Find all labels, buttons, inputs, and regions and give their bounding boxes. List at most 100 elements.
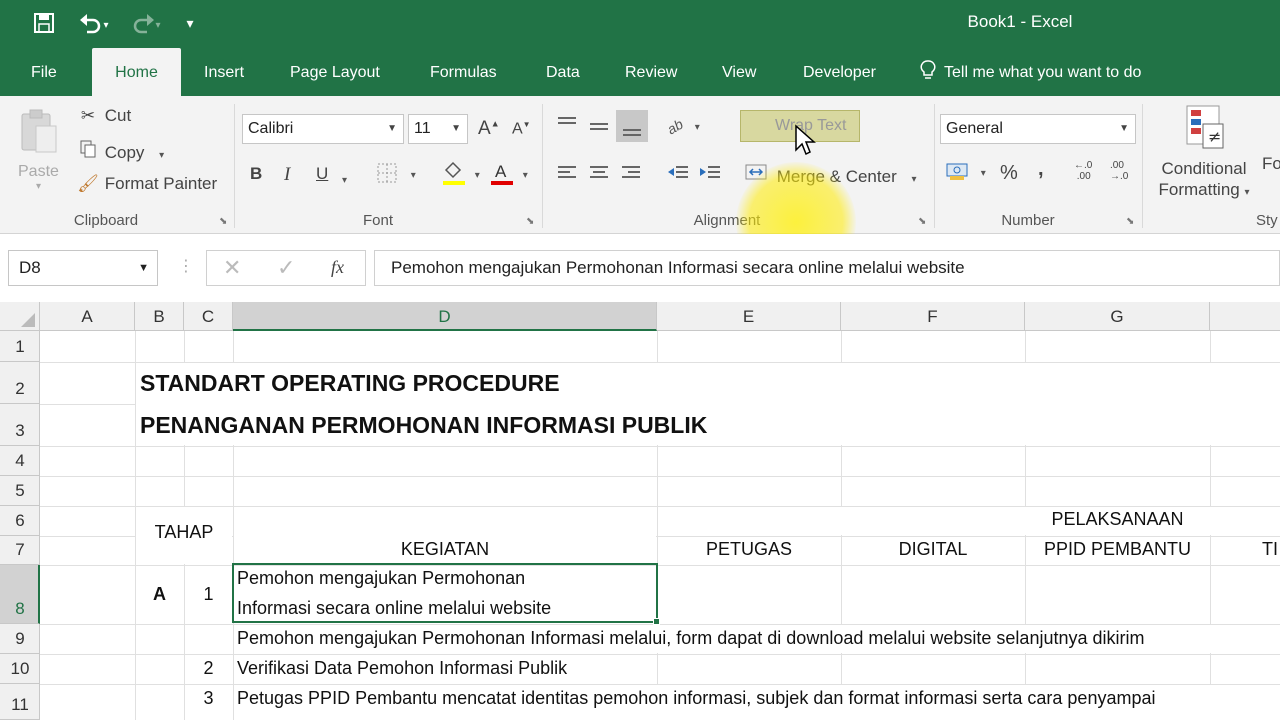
- conditional-formatting-button[interactable]: ≠ Conditional Formatting ▾: [1154, 104, 1254, 203]
- formula-input[interactable]: Pemohon mengajukan Permohonan Informasi …: [374, 250, 1280, 286]
- column-header-a[interactable]: A: [40, 302, 135, 331]
- svg-text:ab: ab: [666, 116, 686, 136]
- column-header-d[interactable]: D: [233, 302, 657, 331]
- fill-color-button[interactable]: ▾: [442, 160, 480, 191]
- alignment-launcher-icon[interactable]: ⬊: [918, 216, 926, 227]
- tahap-header[interactable]: TAHAP: [136, 522, 232, 543]
- italic-button[interactable]: I: [284, 164, 290, 186]
- number-launcher-icon[interactable]: ⬊: [1126, 216, 1134, 227]
- font-launcher-icon[interactable]: ⬊: [526, 216, 534, 227]
- increase-decimal-icon[interactable]: ←.0 .00: [1074, 160, 1092, 182]
- align-left-icon[interactable]: [556, 162, 578, 189]
- digital-header[interactable]: DIGITAL: [841, 539, 1025, 560]
- decrease-font-icon[interactable]: A▼: [512, 120, 531, 138]
- ppid-pembantu-header[interactable]: PPID PEMBANTU: [1025, 539, 1210, 560]
- paste-label: Paste: [18, 163, 59, 180]
- tab-data[interactable]: Data: [546, 48, 580, 96]
- underline-button[interactable]: U: [316, 164, 328, 184]
- tab-file[interactable]: File: [31, 48, 57, 96]
- insert-function-icon[interactable]: fx: [331, 257, 344, 278]
- group-divider: [934, 104, 935, 228]
- font-name-select[interactable]: Calibri ▼: [242, 114, 404, 144]
- align-top-icon[interactable]: [556, 114, 578, 141]
- column-header-g[interactable]: G: [1025, 302, 1210, 331]
- row-header-11[interactable]: 11: [0, 684, 40, 720]
- row-header-7[interactable]: 7: [0, 536, 40, 565]
- column-h-header-partial[interactable]: TI: [1262, 539, 1278, 560]
- align-center-icon[interactable]: [588, 162, 610, 189]
- row-header-6[interactable]: 6: [0, 506, 40, 536]
- column-header-c[interactable]: C: [184, 302, 233, 331]
- row-header-3[interactable]: 3: [0, 404, 40, 446]
- tab-page-layout[interactable]: Page Layout: [290, 48, 380, 96]
- petugas-header[interactable]: PETUGAS: [657, 539, 841, 560]
- column-header-b[interactable]: B: [135, 302, 184, 331]
- fill-handle[interactable]: [653, 618, 660, 625]
- activity-9[interactable]: Pemohon mengajukan Permohonan Informasi …: [237, 628, 1144, 649]
- kegiatan-header[interactable]: KEGIATAN: [233, 539, 657, 560]
- column-header-f[interactable]: F: [841, 302, 1025, 331]
- step-number-1[interactable]: 1: [184, 584, 233, 605]
- decrease-indent-icon[interactable]: [666, 162, 690, 189]
- increase-indent-icon[interactable]: [698, 162, 722, 189]
- bold-button[interactable]: B: [250, 164, 262, 184]
- ribbon-tabs: File Home Insert Page Layout Formulas Da…: [0, 48, 1280, 96]
- row-number: 10: [10, 659, 30, 678]
- comma-button[interactable]: ,: [1038, 158, 1044, 181]
- tab-formulas[interactable]: Formulas: [430, 48, 497, 96]
- row-header-2[interactable]: 2: [0, 362, 40, 404]
- pelaksanaan-header[interactable]: PELAKSANAAN: [1025, 509, 1210, 530]
- font-size-select[interactable]: 11 ▼: [408, 114, 468, 144]
- font-color-button[interactable]: A ▾: [490, 160, 528, 191]
- decrease-decimal-icon[interactable]: .00 →.0: [1110, 160, 1128, 182]
- name-box[interactable]: D8 ▼: [8, 250, 158, 286]
- tab-view[interactable]: View: [722, 48, 756, 96]
- borders-button[interactable]: ▾: [376, 162, 416, 189]
- tahap-a-cell[interactable]: A: [136, 584, 183, 605]
- paint-bucket-icon: [443, 161, 465, 185]
- sop-title[interactable]: STANDART OPERATING PROCEDURE: [140, 370, 560, 397]
- chevron-down-icon: ▼: [138, 262, 149, 274]
- row-header-10[interactable]: 10: [0, 654, 40, 684]
- clipboard-launcher-icon[interactable]: ⬊: [219, 216, 227, 227]
- column-header-h[interactable]: [1210, 302, 1280, 331]
- sop-subtitle[interactable]: PENANGANAN PERMOHONAN INFORMASI PUBLIK: [140, 412, 707, 439]
- paste-button[interactable]: Paste ▾: [18, 108, 59, 192]
- copy-label: Copy: [104, 143, 145, 162]
- copy-button[interactable]: Copy ▾: [76, 140, 164, 163]
- cut-button[interactable]: ✂ Cut: [76, 106, 131, 126]
- row-header-1[interactable]: 1: [0, 331, 40, 362]
- tab-review[interactable]: Review: [625, 48, 677, 96]
- number-format-select[interactable]: General ▼: [940, 114, 1136, 144]
- increase-font-icon[interactable]: A▲: [478, 118, 500, 140]
- tab-home[interactable]: Home: [92, 48, 181, 96]
- activity-10[interactable]: Verifikasi Data Pemohon Informasi Publik: [237, 658, 567, 679]
- row-header-8[interactable]: 8: [0, 565, 40, 624]
- select-all-button[interactable]: [0, 302, 40, 331]
- align-bottom-icon[interactable]: [616, 110, 648, 142]
- step-number-3[interactable]: 3: [184, 688, 233, 709]
- font-color-icon: A: [491, 162, 513, 185]
- font-name-value: Calibri: [248, 120, 294, 137]
- cancel-icon[interactable]: ✕: [223, 255, 241, 281]
- enter-check-icon[interactable]: ✓: [277, 255, 295, 281]
- accounting-format-button[interactable]: ▾: [946, 160, 986, 187]
- format-painter-button[interactable]: 🖌 Format Painter: [76, 174, 217, 194]
- column-header-e[interactable]: E: [657, 302, 841, 331]
- tell-me-search[interactable]: Tell me what you want to do: [920, 48, 1141, 96]
- align-right-icon[interactable]: [620, 162, 642, 189]
- activity-11[interactable]: Petugas PPID Pembantu mencatat identitas…: [237, 688, 1155, 709]
- row-header-9[interactable]: 9: [0, 624, 40, 654]
- conditional-formatting-icon: ≠: [1186, 105, 1224, 149]
- tab-developer[interactable]: Developer: [803, 48, 876, 96]
- row-header-4[interactable]: 4: [0, 446, 40, 476]
- tab-insert[interactable]: Insert: [204, 48, 244, 96]
- orientation-icon[interactable]: ab ▾: [664, 114, 700, 141]
- step-number-2[interactable]: 2: [184, 658, 233, 679]
- row-header-5[interactable]: 5: [0, 476, 40, 506]
- align-middle-icon[interactable]: [588, 116, 610, 143]
- format-as-table-partial[interactable]: Fo: [1262, 154, 1280, 174]
- percent-button[interactable]: %: [1000, 162, 1018, 185]
- underline-dropdown[interactable]: ▾: [342, 168, 347, 188]
- name-box-value: D8: [19, 258, 41, 277]
